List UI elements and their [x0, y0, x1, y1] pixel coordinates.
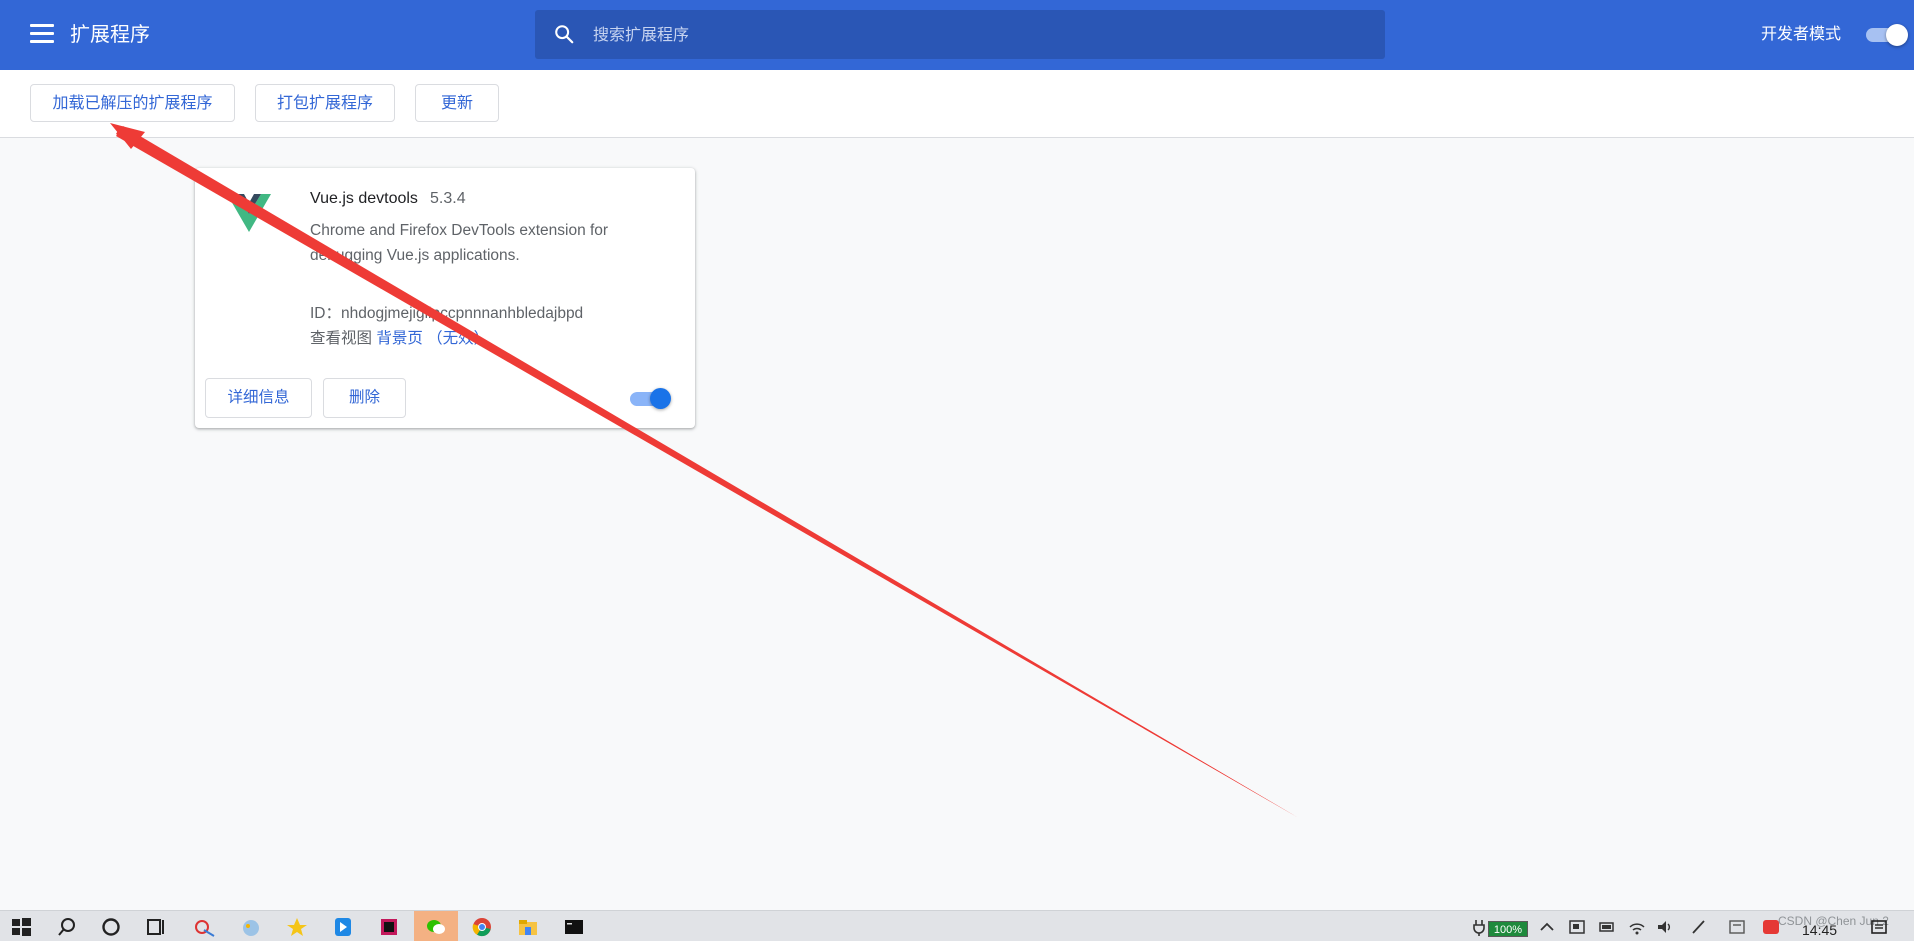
views-label: 查看视图 [310, 330, 373, 347]
update-button[interactable]: 更新 [415, 84, 499, 122]
developer-mode-toggle[interactable] [1866, 24, 1908, 46]
search-box[interactable] [535, 10, 1385, 61]
star-app-icon[interactable] [286, 916, 308, 938]
background-page-link[interactable]: 背景页 [376, 330, 423, 347]
extension-views: 查看视图 背景页 （无效） [310, 326, 489, 348]
extension-name: Vue.js devtools [310, 190, 418, 207]
chrome-icon[interactable] [471, 916, 493, 938]
extension-version: 5.3.4 [430, 190, 466, 207]
file-explorer-icon[interactable] [517, 916, 539, 938]
pen-icon[interactable] [1690, 918, 1708, 936]
chevron-up-icon[interactable] [1538, 918, 1556, 936]
battery-icon[interactable] [1598, 918, 1616, 936]
extension-description: Chrome and Firefox DevTools extension fo… [310, 222, 609, 264]
paint-icon[interactable] [240, 916, 262, 938]
vue-logo-icon [227, 194, 271, 232]
intellij-icon[interactable] [378, 916, 400, 938]
extension-card: Vue.js devtools 5.3.4 Chrome and Firefox… [195, 168, 695, 428]
annotation-arrow [110, 123, 1297, 817]
ime-icon[interactable] [1728, 918, 1746, 936]
developer-mode-label: 开发者模式 [1761, 26, 1842, 43]
windows-start-icon[interactable] [10, 916, 32, 938]
terminal-icon[interactable] [563, 916, 585, 938]
remove-button[interactable]: 删除 [323, 378, 406, 418]
wechat-icon[interactable] [425, 916, 447, 938]
extension-enable-toggle[interactable] [630, 388, 672, 410]
search-icon [555, 25, 574, 44]
battery-indicator[interactable]: 100% [1488, 921, 1528, 937]
cortana-icon[interactable] [100, 916, 122, 938]
inactive-link[interactable]: （无效） [427, 330, 489, 347]
feishu-icon[interactable] [332, 916, 354, 938]
page-title: 扩展程序 [70, 24, 150, 46]
tray-app-icon[interactable] [1568, 918, 1586, 936]
details-button[interactable]: 详细信息 [205, 378, 312, 418]
taskbar-search-icon[interactable] [56, 916, 78, 938]
extension-id: ID：nhdogjmejiglipccpnnnanhbledajbpd [310, 301, 583, 323]
taskbar: 100% CSDN @Chen Jun 2 14:45 [0, 910, 1914, 941]
load-unpacked-button[interactable]: 加载已解压的扩展程序 [30, 84, 235, 122]
extension-id-value: nhdogjmejiglipccpnnnanhbledajbpd [341, 305, 584, 322]
search-input[interactable] [591, 10, 1375, 61]
snipping-tool-icon[interactable] [194, 916, 216, 938]
wifi-icon[interactable] [1628, 918, 1646, 936]
menu-icon[interactable] [30, 24, 54, 46]
pack-extension-button[interactable]: 打包扩展程序 [255, 84, 395, 122]
clock[interactable]: 14:45 [1802, 922, 1837, 938]
volume-icon[interactable] [1656, 918, 1674, 936]
task-view-icon[interactable] [146, 916, 168, 938]
top-bar: 扩展程序 开发者模式 [0, 0, 1914, 70]
developer-toolbar: 加载已解压的扩展程序 打包扩展程序 更新 [0, 70, 1914, 138]
power-plug-icon[interactable] [1470, 918, 1488, 936]
extension-id-label: ID： [310, 305, 342, 322]
notification-icon[interactable] [1870, 918, 1888, 936]
